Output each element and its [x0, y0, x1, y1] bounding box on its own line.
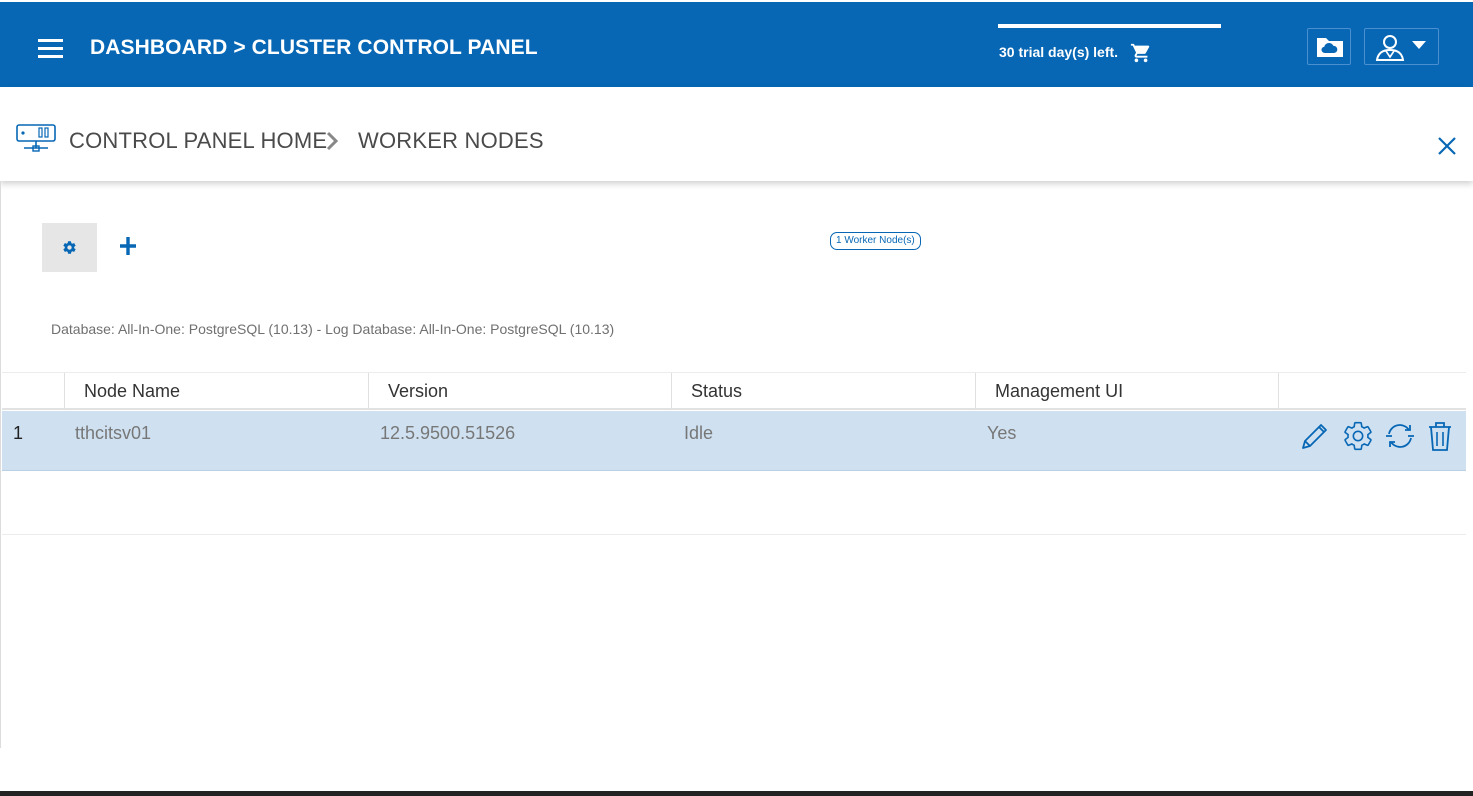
column-header-actions [1278, 373, 1466, 410]
pencil-icon[interactable] [1299, 420, 1331, 452]
trial-progress-bar [998, 24, 1221, 28]
window-bottom-edge [0, 791, 1473, 796]
column-header-index [2, 373, 64, 410]
cloud-folder-button[interactable] [1307, 28, 1351, 65]
management-ui-cell: Yes [987, 423, 1017, 443]
shopping-cart-icon[interactable] [1130, 42, 1152, 64]
panel-left-border [0, 181, 1, 748]
user-icon [1375, 35, 1405, 61]
plus-icon[interactable] [117, 234, 139, 258]
chevron-right-icon [326, 131, 339, 151]
column-header-management-ui[interactable]: Management UI [975, 373, 1278, 410]
server-network-icon [16, 124, 56, 152]
breadcrumb-current: WORKER NODES [358, 128, 544, 153]
worker-nodes-table: Node Name Version Status Management UI 1… [2, 372, 1466, 535]
gear-icon [63, 241, 76, 254]
top-header: DASHBOARD > CLUSTER CONTROL PANEL 30 tri… [0, 2, 1473, 87]
column-header-node-name[interactable]: Node Name [64, 373, 368, 410]
page-title: DASHBOARD > CLUSTER CONTROL PANEL [90, 36, 538, 59]
trash-icon[interactable] [1424, 420, 1456, 452]
user-menu-button[interactable] [1364, 28, 1439, 65]
settings-button[interactable] [42, 223, 97, 272]
status-cell: Idle [684, 423, 714, 443]
chevron-down-icon [1412, 41, 1426, 49]
cloud-folder-icon [1317, 38, 1343, 57]
table-row[interactable]: 1 tthcitsv01 12.5.9500.51526 Idle Yes [2, 411, 1466, 471]
database-info-text: Database: All-In-One: PostgreSQL (10.13)… [51, 321, 615, 337]
hamburger-menu-icon[interactable] [38, 39, 63, 61]
worker-node-count-badge: 1 Worker Node(s) [830, 232, 921, 250]
gear-icon[interactable] [1342, 420, 1374, 452]
breadcrumb: CONTROL PANEL HOME WORKER NODES [0, 87, 1473, 181]
column-header-status[interactable]: Status [671, 373, 975, 410]
column-header-version[interactable]: Version [368, 373, 671, 410]
refresh-icon[interactable] [1384, 420, 1416, 452]
row-index: 1 [13, 423, 24, 443]
close-icon[interactable] [1436, 135, 1458, 157]
breadcrumb-home-link[interactable]: CONTROL PANEL HOME [69, 128, 327, 154]
version-cell: 12.5.9500.51526 [380, 423, 516, 443]
table-empty-row [2, 471, 1466, 535]
node-name-cell: tthcitsv01 [75, 423, 152, 443]
table-header: Node Name Version Status Management UI [2, 372, 1466, 410]
trial-days-text: 30 trial day(s) left. [999, 44, 1119, 60]
